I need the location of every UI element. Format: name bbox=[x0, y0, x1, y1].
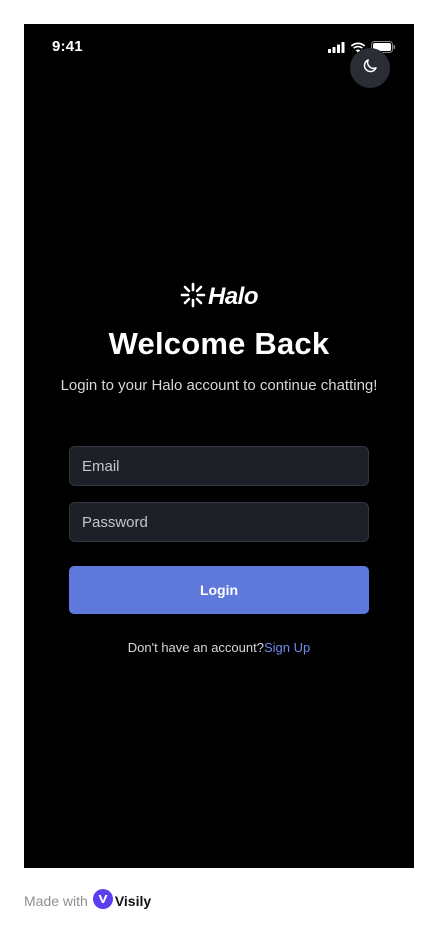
login-button[interactable]: Login bbox=[69, 566, 369, 614]
email-field[interactable] bbox=[69, 446, 369, 486]
theme-toggle-button[interactable] bbox=[350, 48, 390, 88]
moon-icon bbox=[361, 57, 379, 80]
phone-screen: 9:41 Halo Welcome Back Login to your Hal… bbox=[24, 24, 414, 868]
visily-brand[interactable]: Visily bbox=[92, 889, 152, 912]
made-with-text: Made with bbox=[24, 892, 88, 909]
visily-brand-text: Visily bbox=[114, 892, 152, 909]
signup-link[interactable]: Sign Up bbox=[264, 640, 310, 655]
page-title: Welcome Back bbox=[108, 326, 330, 361]
signup-prompt-row: Don't have an account?Sign Up bbox=[24, 640, 414, 655]
logo-text: Halo bbox=[207, 283, 259, 310]
password-field[interactable] bbox=[69, 502, 369, 542]
status-time: 9:41 bbox=[52, 38, 83, 55]
cellular-signal-icon bbox=[328, 40, 345, 58]
halo-burst-icon bbox=[180, 282, 206, 313]
halo-logo: Halo bbox=[24, 282, 414, 312]
visily-logo-icon bbox=[92, 889, 113, 912]
made-with-footer: Made with Visily bbox=[24, 889, 151, 912]
signup-prompt-text: Don't have an account? bbox=[127, 640, 264, 655]
page-subtitle: Login to your Halo account to continue c… bbox=[60, 377, 378, 394]
